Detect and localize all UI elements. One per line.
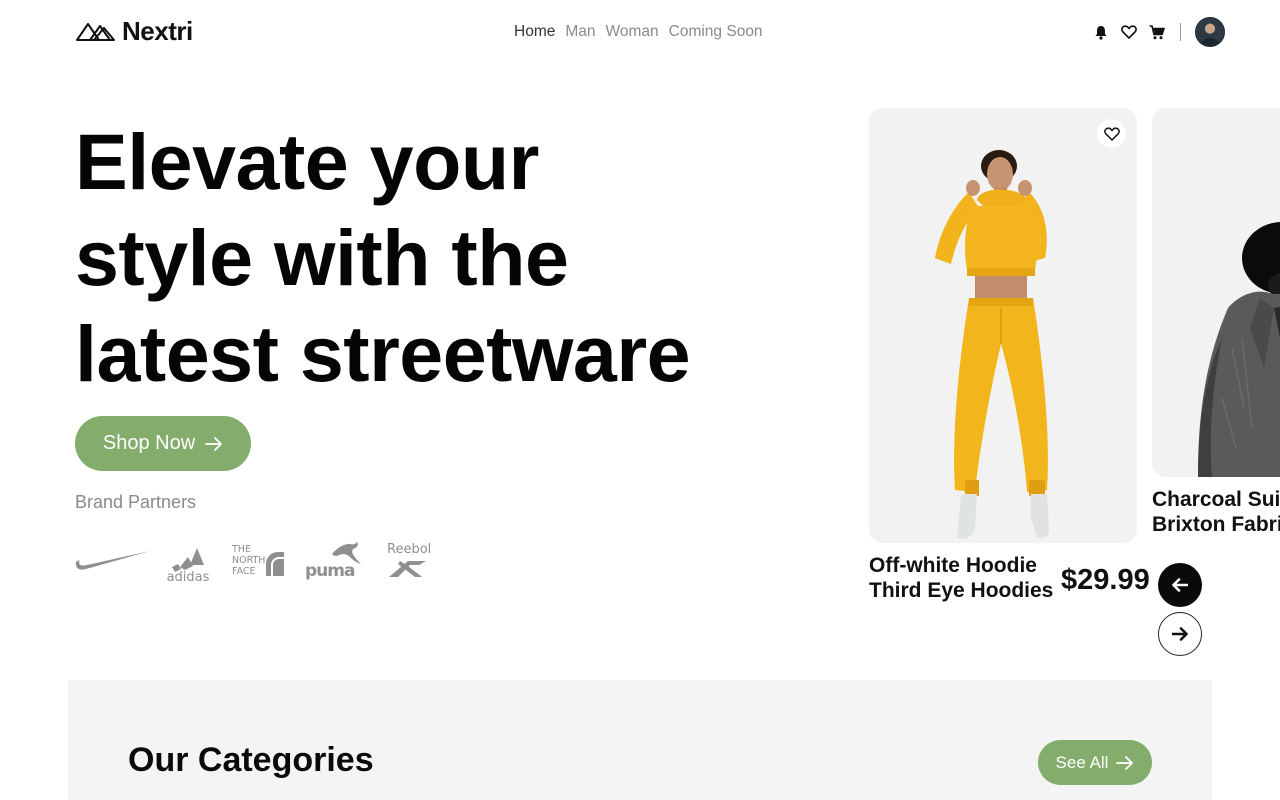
arrow-right-icon xyxy=(1116,755,1134,770)
shop-now-label: Shop Now xyxy=(102,432,196,454)
main-nav: Home Man Woman Coming Soon xyxy=(514,22,763,42)
header-actions xyxy=(1092,17,1225,47)
nav-home[interactable]: Home xyxy=(514,22,555,42)
categories-title: Our Categories xyxy=(128,741,374,779)
cart-icon[interactable] xyxy=(1148,23,1166,41)
reebok-logo[interactable]: Reebok xyxy=(386,536,430,584)
svg-text:FACE: FACE xyxy=(232,566,256,577)
product-price: $29.99 xyxy=(1061,564,1150,596)
product-title: Off-white Hoodie xyxy=(869,554,1037,577)
header-divider xyxy=(1180,23,1181,41)
product-image-yellow-tracksuit xyxy=(935,150,1050,539)
svg-text:THE: THE xyxy=(231,544,251,555)
top-header: Nextri Home Man Woman Coming Soon xyxy=(0,0,1280,64)
product-image-charcoal-suit xyxy=(1198,222,1280,477)
arrow-right-icon xyxy=(1172,627,1188,641)
bell-icon[interactable] xyxy=(1092,23,1110,41)
hero-headline-line-3: latest streetware xyxy=(75,309,691,398)
svg-text:adidas: adidas xyxy=(167,570,210,583)
the-north-face-logo[interactable]: THE NORTH FACE xyxy=(230,536,286,584)
svg-text:NORTH: NORTH xyxy=(232,555,265,566)
brand-partners-label: Brand Partners xyxy=(75,492,197,512)
see-all-button[interactable]: See All xyxy=(1038,740,1152,785)
arrow-left-icon xyxy=(1172,578,1188,592)
carousel-next-button[interactable] xyxy=(1158,612,1202,656)
logo[interactable]: Nextri xyxy=(76,16,193,46)
product-title: Charcoal Suit xyxy=(1152,488,1280,511)
nike-logo[interactable] xyxy=(75,536,151,584)
product-subtitle: Brixton Fabric xyxy=(1152,513,1280,536)
heart-icon xyxy=(1103,126,1120,141)
arrow-right-icon xyxy=(205,436,223,451)
puma-logo[interactable]: puma xyxy=(304,536,364,584)
adidas-logo[interactable]: adidas xyxy=(164,536,212,584)
shop-now-button[interactable]: Shop Now xyxy=(75,416,251,471)
hero-headline-line-1: Elevate your xyxy=(75,117,539,206)
carousel-prev-button[interactable] xyxy=(1158,563,1202,607)
hero-headline-line-2: style with the xyxy=(75,213,569,302)
brand-name: Nextri xyxy=(122,16,193,46)
nav-woman[interactable]: Woman xyxy=(606,22,659,42)
svg-text:puma: puma xyxy=(305,561,355,580)
product-name-suit[interactable]: Charcoal Suit Brixton Fabric xyxy=(1152,487,1280,537)
user-avatar[interactable] xyxy=(1195,17,1225,47)
product-card-hoodie[interactable] xyxy=(869,108,1137,543)
nav-man[interactable]: Man xyxy=(565,22,595,42)
see-all-label: See All xyxy=(1055,752,1109,772)
product-card-suit[interactable] xyxy=(1152,108,1280,477)
product-subtitle: Third Eye Hoodies xyxy=(869,579,1054,602)
nav-coming-soon[interactable]: Coming Soon xyxy=(669,22,763,42)
product-name-hoodie[interactable]: Off-white Hoodie Third Eye Hoodies xyxy=(869,553,1053,603)
mountain-logo-icon xyxy=(76,23,115,41)
favorite-button[interactable] xyxy=(1097,119,1126,148)
categories-section: Our Categories See All xyxy=(68,680,1212,800)
svg-text:Reebok: Reebok xyxy=(387,542,430,557)
hero-headline: Elevate your style with the latest stree… xyxy=(75,114,775,402)
wishlist-heart-icon[interactable] xyxy=(1120,23,1138,41)
